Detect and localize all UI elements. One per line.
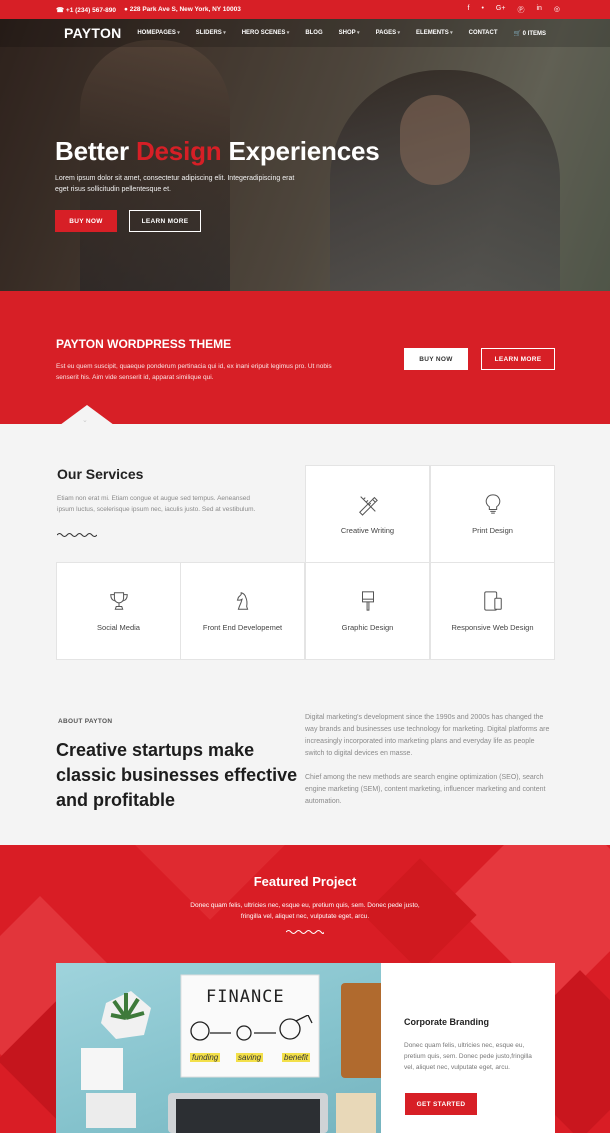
services-grid: Creative Writing Print Design Social Med…	[56, 465, 555, 660]
service-card-front-end[interactable]: Front End Developemet	[180, 562, 305, 660]
service-card-social-media[interactable]: Social Media	[56, 562, 181, 660]
service-label: Front End Developemet	[202, 623, 283, 632]
hero-title-part2: Experiences	[221, 136, 380, 166]
nav-item-pages[interactable]: PAGES	[368, 30, 408, 37]
cta-title: PAYTON WORDPRESS THEME	[56, 337, 232, 351]
top-bar: ☎ +1 (234) 567-890 ● 228 Park Ave S, New…	[0, 0, 610, 19]
service-card-graphic-design[interactable]: Graphic Design	[305, 562, 430, 660]
hero-text: Lorem ipsum dolor sit amet, consectetur …	[55, 175, 295, 193]
get-started-button[interactable]: GET STARTED	[405, 1093, 477, 1115]
chevron-down-icon[interactable]: ⌄	[82, 416, 88, 424]
service-card-print-design[interactable]: Print Design	[430, 465, 555, 563]
service-label: Graphic Design	[341, 623, 394, 632]
chess-knight-icon	[236, 592, 248, 610]
finance-desk-illustration	[81, 974, 381, 1133]
linkedin-icon[interactable]: in	[536, 5, 541, 15]
address-text: ● 228 Park Ave S, New York, NY 10003	[123, 5, 241, 13]
about-title: Creative startups make classic businesse…	[56, 740, 298, 810]
project-image[interactable]: FINANCE funding saving benefit	[56, 963, 381, 1133]
social-links: f • G+ Ⓟ in ◎	[467, 5, 560, 15]
featured-text: Donec quam felis, ultricies nec, esque e…	[190, 902, 420, 920]
service-label: Print Design	[472, 526, 513, 535]
phone-text: ☎ +1 (234) 567-890	[56, 6, 116, 14]
pinterest-icon[interactable]: Ⓟ	[517, 5, 524, 15]
facebook-icon[interactable]: f	[467, 5, 469, 15]
squiggle-divider	[286, 930, 324, 934]
nav-item-shop[interactable]: SHOP	[331, 30, 368, 37]
service-label: Social Media	[97, 623, 140, 632]
twitter-icon[interactable]: •	[481, 5, 483, 15]
service-label: Creative Writing	[340, 526, 395, 535]
project-title: Corporate Branding	[404, 1017, 490, 1027]
nav-item-hero-scenes[interactable]: HERO SCENES	[234, 30, 298, 37]
project-text: Donec quam felis, ultricies nec, esque e…	[404, 1042, 532, 1071]
hero-title: Better Design Experiences	[55, 136, 380, 167]
nav-menu: HOMEPAGES SLIDERS HERO SCENES BLOG SHOP …	[129, 30, 554, 37]
nav-item-contact[interactable]: CONTACT	[461, 30, 506, 37]
trophy-icon	[109, 592, 128, 610]
pencil-ruler-icon	[358, 496, 378, 516]
service-card-responsive-web-design[interactable]: Responsive Web Design	[430, 562, 555, 660]
nav-item-homepages[interactable]: HOMEPAGES	[129, 30, 187, 37]
about-paragraph-1: Digital marketing's development since th…	[305, 714, 550, 757]
nav-item-sliders[interactable]: SLIDERS	[188, 30, 234, 37]
service-card-creative-writing[interactable]: Creative Writing	[305, 465, 430, 563]
cta-text: Est eu quem suscipit, quaeque ponderum p…	[56, 363, 332, 381]
logo[interactable]: PAYTON	[64, 25, 122, 41]
service-label: Responsive Web Design	[451, 623, 534, 632]
about-paragraph-2: Chief among the new methods are search e…	[305, 774, 546, 805]
hero-learn-more-button[interactable]: LEARN MORE	[129, 210, 201, 232]
main-nav: PAYTON HOMEPAGES SLIDERS HERO SCENES BLO…	[0, 19, 610, 47]
about-kicker: ABOUT PAYTON	[58, 718, 113, 725]
google-plus-icon[interactable]: G+	[496, 5, 506, 15]
hero-title-part1: Better	[55, 136, 136, 166]
cta-buy-now-button[interactable]: BUY NOW	[404, 348, 468, 370]
hero-buy-now-button[interactable]: BUY NOW	[55, 210, 117, 232]
devices-icon	[483, 591, 502, 611]
cart-link[interactable]: 🛒 0 ITEMS	[506, 30, 554, 37]
paint-brush-icon	[361, 591, 374, 611]
nav-item-elements[interactable]: ELEMENTS	[408, 30, 461, 37]
featured-title: Featured Project	[253, 874, 357, 889]
cta-learn-more-button[interactable]: LEARN MORE	[481, 348, 555, 370]
nav-item-blog[interactable]: BLOG	[297, 30, 330, 37]
dribbble-icon[interactable]: ◎	[554, 5, 560, 15]
lightbulb-icon	[485, 494, 500, 514]
hero-title-accent: Design	[135, 136, 222, 166]
